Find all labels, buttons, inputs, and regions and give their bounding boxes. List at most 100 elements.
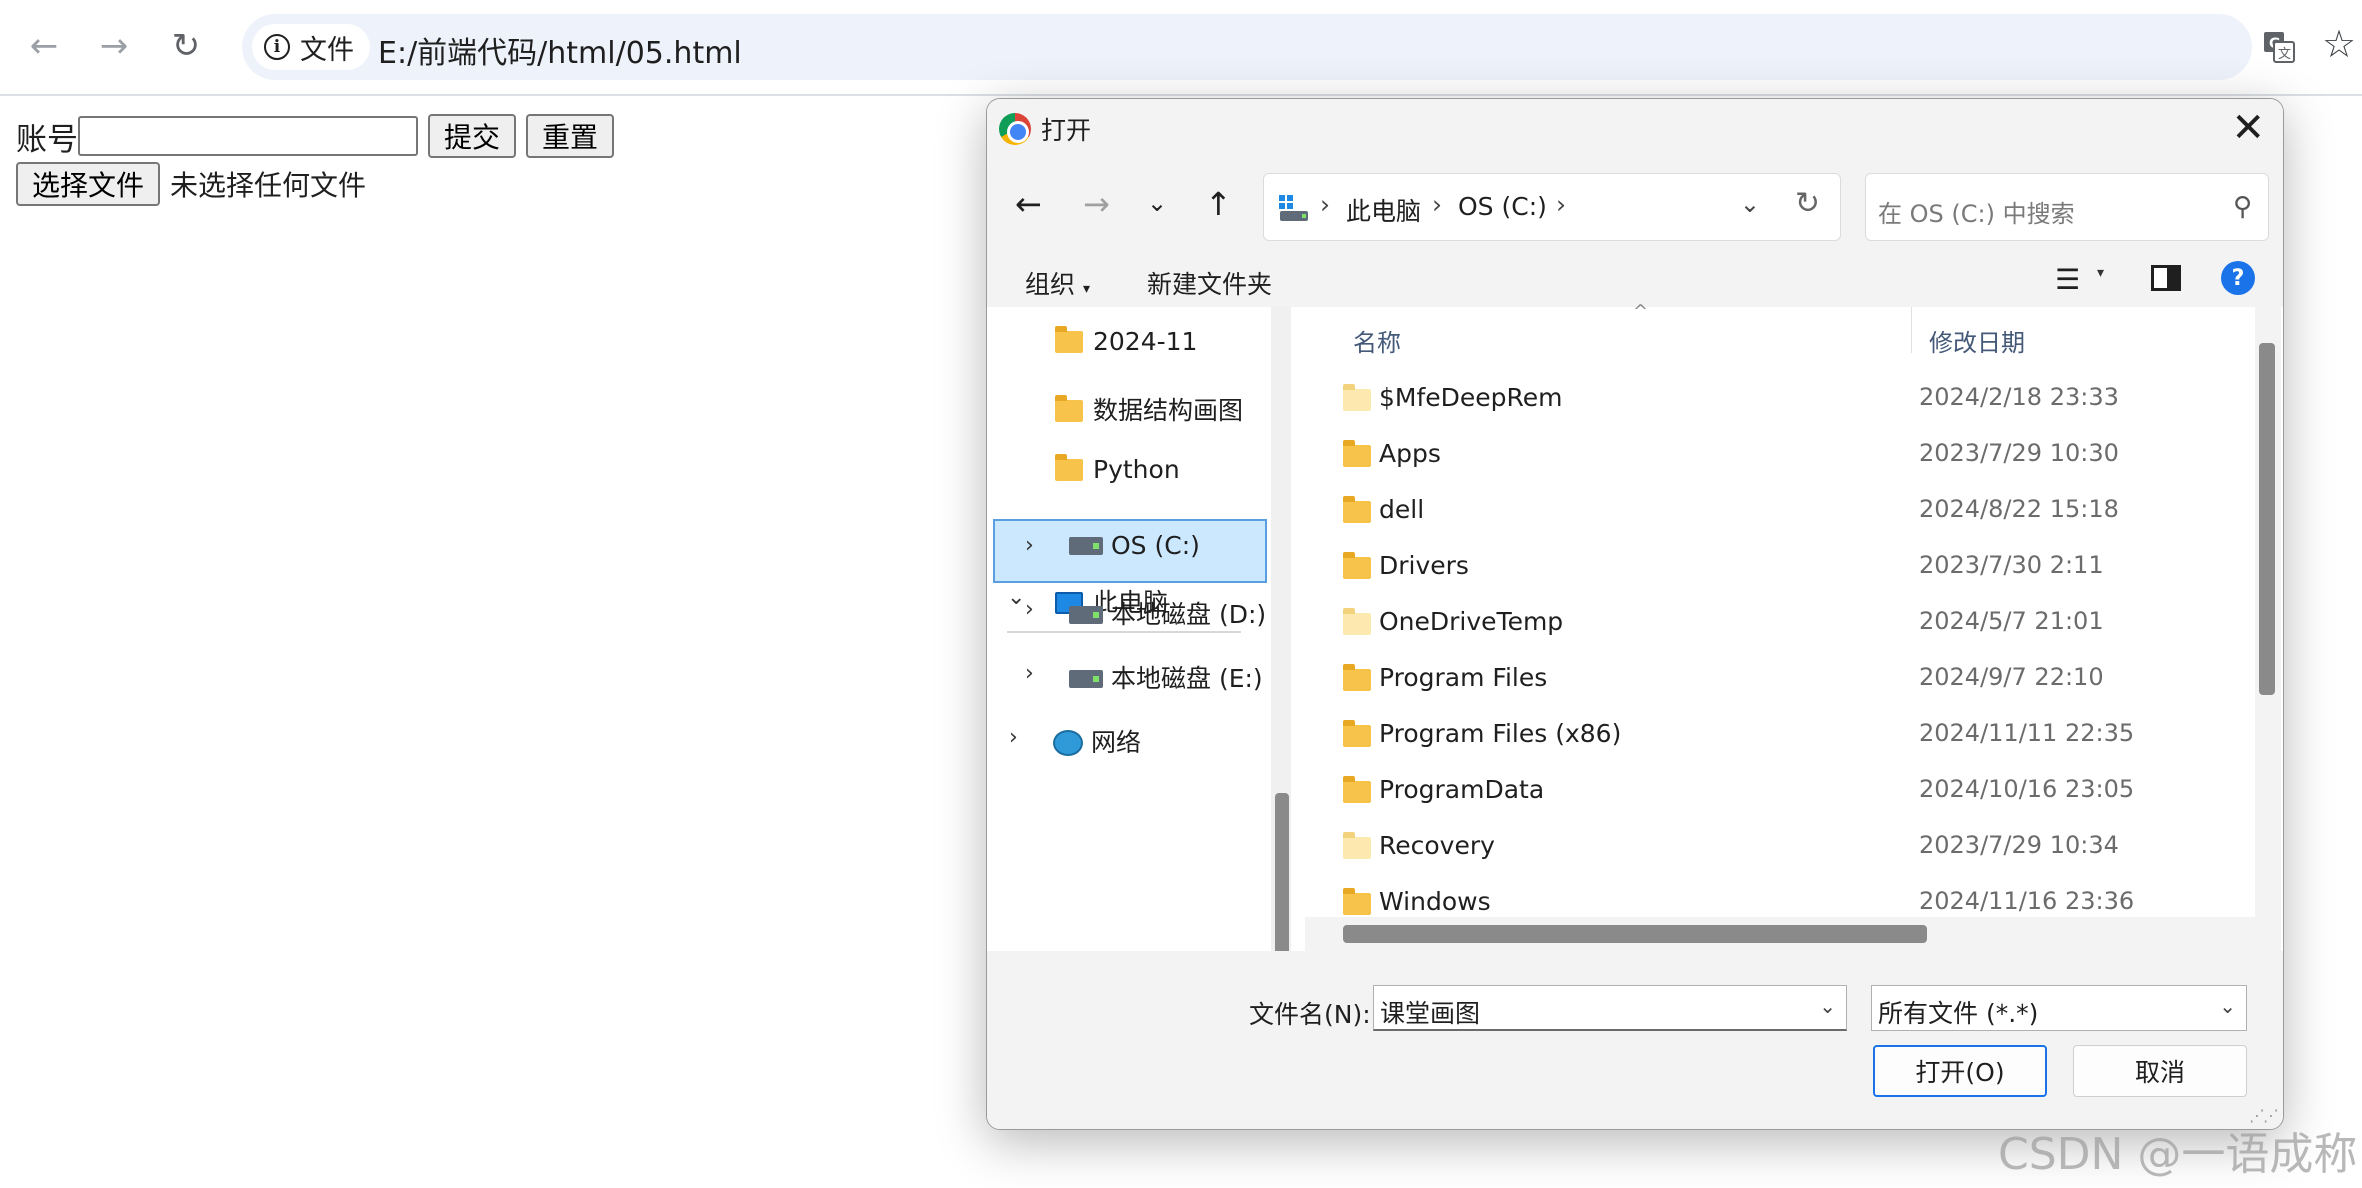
watermark: CSDN @一语成称 [1998,1129,2358,1180]
file-name: ProgramData [1379,775,1545,804]
login-form: 账号 提交 重置 选择文件 未选择任何文件 [16,114,615,206]
file-name: OneDriveTemp [1379,607,1564,636]
folder-icon [1343,552,1371,579]
recent-locations-chevron-icon[interactable]: ⌄ [1147,189,1167,217]
refresh-icon[interactable]: ↻ [1795,186,1820,221]
sort-caret-icon: ^ [1633,301,1649,322]
preview-pane-icon[interactable] [2151,265,2181,291]
file-date: 2023/7/29 10:34 [1919,831,2119,859]
breadcrumb-this-pc[interactable]: 此电脑 [1346,192,1421,228]
chevron-down-icon[interactable]: ⌄ [2219,994,2236,1018]
forward-arrow-icon[interactable]: → [92,24,136,68]
file-date: 2024/9/7 22:10 [1919,663,2104,691]
file-row[interactable]: ProgramData 2024/10/16 23:05 [1305,763,2241,819]
column-header-date[interactable]: 修改日期 [1929,323,2025,358]
drive-icon [1069,670,1103,688]
dialog-address-row: ← → ⌄ ↑ › 此电脑 › OS (C:) › ⌄ ↻ 在 OS (C:) … [987,159,2283,251]
file-date: 2023/7/30 2:11 [1919,551,2104,579]
file-row[interactable]: dell 2024/8/22 15:18 [1305,483,2241,539]
bookmark-star-icon[interactable]: ☆ [2322,22,2356,66]
file-name: Program Files [1379,663,1548,692]
folder-icon [1343,720,1371,747]
organize-menu[interactable]: 组织 ▾ [1025,265,1090,301]
file-date: 2024/11/11 22:35 [1919,719,2135,747]
new-folder-button[interactable]: 新建文件夹 [1147,265,1272,301]
folder-icon [1343,832,1371,859]
chevron-right-icon[interactable]: › [1025,661,1034,686]
file-row[interactable]: OneDriveTemp 2024/5/7 21:01 [1305,595,2241,651]
filetype-select[interactable]: 所有文件 (*.*) ⌄ [1871,985,2247,1031]
chevron-down-icon[interactable]: ⌄ [1819,994,1836,1018]
folder-icon [1343,384,1371,411]
site-info-chip[interactable]: i 文件 [252,24,370,70]
folder-icon [1343,664,1371,691]
file-row[interactable]: Recovery 2023/7/29 10:34 [1305,819,2241,875]
file-name: Recovery [1379,831,1495,860]
dialog-back-icon[interactable]: ← [1015,185,1042,223]
folder-icon [1343,496,1371,523]
dialog-title: 打开 [1041,116,1092,145]
breadcrumb-os-c[interactable]: OS (C:) [1458,192,1547,221]
chevron-right-icon[interactable]: › [1025,533,1034,558]
file-date: 2023/7/29 10:30 [1919,439,2119,467]
chevron-down-icon[interactable]: ⌄ [1740,190,1760,218]
column-separator [1911,307,1912,353]
back-arrow-icon[interactable]: ← [22,24,66,68]
up-arrow-icon[interactable]: ↑ [1205,185,1232,223]
dialog-forward-icon[interactable]: → [1083,185,1110,223]
file-list: ^ 名称 修改日期 $MfeDeepRem 2024/2/18 23:33 Apps… [1305,301,2241,951]
nav-network[interactable]: 网络 [1053,723,1141,759]
column-header-name[interactable]: 名称 [1353,323,1401,358]
address-bar[interactable]: i 文件 E:/前端代码/html/05.html [242,14,2252,80]
account-input[interactable] [78,116,418,156]
navigation-pane-drives: › OS (C:) › 本地磁盘 (D:) › 本地磁盘 (E:) › 网络 [987,307,1271,951]
breadcrumb[interactable]: › 此电脑 › OS (C:) › ⌄ ↻ [1263,173,1841,241]
file-row[interactable]: Program Files 2024/9/7 22:10 [1305,651,2241,707]
chrome-logo-icon [999,113,1031,145]
file-row[interactable]: Program Files (x86) 2024/11/11 22:35 [1305,707,2241,763]
vertical-scrollbar-thumb[interactable] [2259,343,2275,695]
horizontal-scrollbar-thumb[interactable] [1343,925,1927,943]
chevron-right-icon[interactable]: › [1025,597,1034,622]
caret-down-icon: ▾ [1082,281,1090,297]
open-button[interactable]: 打开(O) [1873,1045,2047,1097]
file-date: 2024/5/7 21:01 [1919,607,2104,635]
folder-icon [1343,440,1371,467]
file-date: 2024/2/18 23:33 [1919,383,2119,411]
nav-drive-label: 本地磁盘 (E:) [1111,664,1263,693]
list-view-icon[interactable]: ☰ [2055,263,2080,296]
drive-icon [1069,606,1103,624]
file-row[interactable]: $MfeDeepRem 2024/2/18 23:33 [1305,371,2241,427]
command-bar: 组织 ▾ 新建文件夹 ☰ ▾ ? [987,251,2283,307]
file-name: dell [1379,495,1425,524]
pc-drive-icon [1279,195,1308,221]
chevron-right-icon[interactable]: › [1009,725,1018,750]
nav-drive-e[interactable]: 本地磁盘 (E:) [1069,659,1263,695]
dialog-footer: 文件名(N): 课堂画图 ⌄ 所有文件 (*.*) ⌄ 打开(O) 取消 ⋰⋰ [987,951,2283,1129]
dialog-search-input[interactable]: 在 OS (C:) 中搜索 ⚲ [1865,173,2269,241]
translate-icon[interactable]: G 文 [2262,30,2296,64]
breadcrumb-separator-icon: › [1556,190,1566,219]
file-row[interactable]: Drivers 2023/7/30 2:11 [1305,539,2241,595]
reload-icon[interactable]: ↻ [164,24,208,68]
cancel-button[interactable]: 取消 [2073,1045,2247,1097]
svg-text:文: 文 [2278,47,2291,62]
nav-drive-c[interactable]: OS (C:) [1069,531,1200,560]
filename-input[interactable]: 课堂画图 ⌄ [1373,985,1847,1031]
filename-label: 文件名(N): [1249,1000,1371,1029]
url-text[interactable]: E:/前端代码/html/05.html [378,28,742,72]
folder-icon [1343,608,1371,635]
filetype-value: 所有文件 (*.*) [1878,999,2039,1028]
choose-file-button[interactable]: 选择文件 [16,162,161,206]
submit-button[interactable]: 提交 [428,114,517,158]
breadcrumb-separator-icon: › [1432,190,1442,219]
view-caret-icon[interactable]: ▾ [2097,265,2104,281]
file-name: Program Files (x86) [1379,719,1622,748]
organize-label: 组织 [1025,270,1076,299]
close-icon[interactable]: ✕ [2231,105,2265,151]
help-icon[interactable]: ? [2221,261,2255,295]
file-row[interactable]: Apps 2023/7/29 10:30 [1305,427,2241,483]
nav-drive-d[interactable]: 本地磁盘 (D:) [1069,595,1266,631]
nav-drive-label: 本地磁盘 (D:) [1111,600,1267,629]
reset-button[interactable]: 重置 [526,114,615,158]
